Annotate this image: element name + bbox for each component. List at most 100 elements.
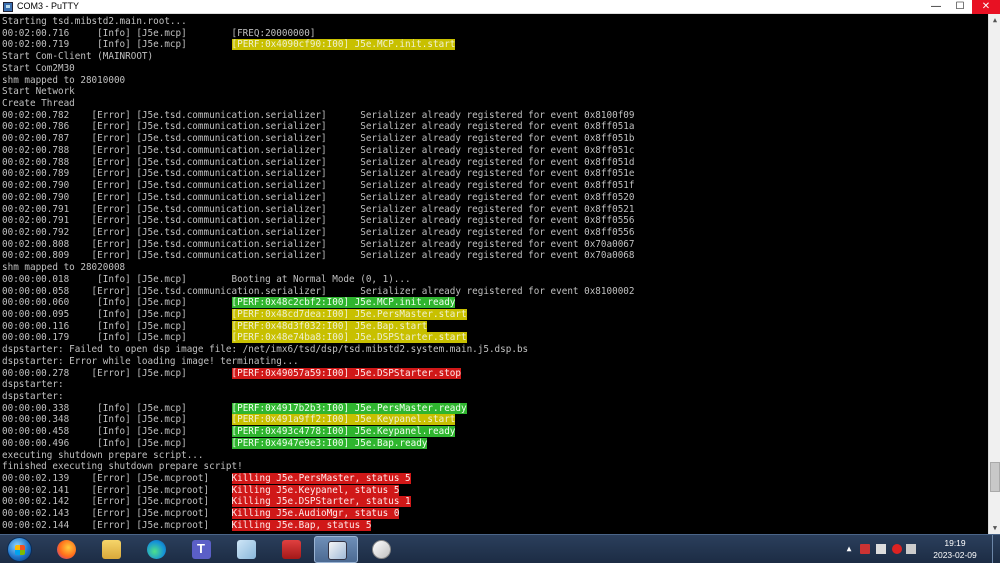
start-button[interactable] [2, 536, 38, 563]
terminal-line: 00:00:00.338 [Info] [J5e.mcp] [PERF:0x49… [2, 402, 634, 415]
vertical-scrollbar[interactable]: ▲ ▼ [988, 14, 1000, 534]
terminal-line-text: 00:00:00.348 [Info] [J5e.mcp] [2, 414, 232, 426]
terminal-line: 00:00:02.141 [Error] [J5e.mcproot] Killi… [2, 484, 634, 497]
terminal-line: Start Com-Client (MAINROOT) [2, 51, 634, 63]
scroll-up-arrow-icon[interactable]: ▲ [989, 14, 1000, 26]
terminal-output[interactable]: Starting tsd.mibstd2.main.root... 00:02:0… [0, 14, 988, 534]
terminal-line-text: 00:00:00.458 [Info] [J5e.mcp] [2, 426, 232, 438]
taskbar-button-firefox[interactable] [44, 536, 88, 563]
terminal-line-text: 00:00:00.058 [Error] [J5e.tsd.communicat… [2, 285, 635, 297]
taskbar-button-toolbox[interactable] [269, 536, 313, 563]
terminal-line: 00:02:00.782 [Error] [J5e.tsd.communicat… [2, 110, 634, 122]
terminal-line-text: 00:00:00.060 [Info] [J5e.mcp] [2, 297, 232, 309]
system-tray: ▲ 19:19 2023-02-09 [838, 535, 1000, 563]
scroll-thumb[interactable] [990, 462, 1000, 492]
terminal-line-text: Start Com2M30 [2, 62, 75, 74]
terminal-line-text: 00:00:00.095 [Info] [J5e.mcp] [2, 308, 232, 320]
teams-icon [192, 540, 211, 559]
terminal-line-text: 00:02:00.791 [Error] [J5e.tsd.communicat… [2, 215, 635, 227]
terminal-line: Create Thread [2, 98, 634, 110]
taskbar-button-teams[interactable] [179, 536, 223, 563]
close-button[interactable]: ✕ [972, 0, 1000, 14]
terminal-line-text: 00:02:00.789 [Error] [J5e.tsd.communicat… [2, 168, 635, 180]
terminal-line: Starting tsd.mibstd2.main.root... [2, 16, 634, 28]
terminal-line: 00:00:02.143 [Error] [J5e.mcproot] Killi… [2, 508, 634, 520]
terminal-line: 00:02:00.791 [Error] [J5e.tsd.communicat… [2, 215, 634, 227]
terminal-line: 00:00:02.139 [Error] [J5e.mcproot] Killi… [2, 473, 634, 485]
network-icon[interactable] [876, 544, 886, 554]
terminal-line-text: 00:02:00.719 [Info] [J5e.mcp] [2, 39, 232, 51]
taskbar-button-photos[interactable] [224, 536, 268, 563]
terminal-line-text: 00:02:00.808 [Error] [J5e.tsd.communicat… [2, 238, 635, 250]
terminal-line-text: executing shutdown prepare script... [2, 449, 204, 461]
terminal-line: 00:00:02.144 [Error] [J5e.mcproot] Killi… [2, 519, 634, 532]
terminal-highlight-green: [PERF:0x4917b2b3:I00] J5e.PersMaster.rea… [231, 402, 467, 414]
terminal-line-text: 00:00:02.142 [Error] [J5e.mcproot] [2, 496, 232, 508]
terminal-line-text: 00:02:00.787 [Error] [J5e.tsd.communicat… [2, 133, 635, 145]
terminal-line: 00:00:00.458 [Info] [J5e.mcp] [PERF:0x49… [2, 426, 634, 438]
terminal-line-text: 00:00:00.018 [Info] [J5e.mcp] Booting at… [2, 273, 411, 285]
terminal-line: finished executing shutdown prepare scri… [2, 461, 634, 473]
terminal-highlight-red: Killing J5e.PersMaster, status 5 [231, 473, 411, 485]
paint-icon [372, 540, 391, 559]
network-error-icon[interactable] [892, 544, 902, 554]
minimize-button[interactable]: — [924, 0, 948, 14]
terminal-highlight-yellow: [PERF:0x491a9ff2:I00] J5e.Keypanel.start [231, 414, 456, 426]
volume-icon[interactable] [906, 544, 916, 554]
terminal-line-text: 00:00:02.143 [Error] [J5e.mcproot] [2, 508, 232, 520]
photos-icon [237, 540, 256, 559]
maximize-button[interactable]: ☐ [948, 0, 972, 14]
terminal-highlight-red: Killing J5e.DSPStarter, status 1 [231, 496, 411, 508]
terminal-line-text: 00:02:00.790 [Error] [J5e.tsd.communicat… [2, 180, 635, 192]
terminal-line-text: 00:02:00.809 [Error] [J5e.tsd.communicat… [2, 250, 635, 262]
taskbar-button-file-explorer[interactable] [89, 536, 133, 563]
terminal-line: 00:00:00.018 [Info] [J5e.mcp] Booting at… [2, 274, 634, 286]
terminal-highlight-red: [PERF:0x49057a59:I00] J5e.DSPStarter.sto… [231, 367, 461, 379]
terminal-line-text: 00:02:00.786 [Error] [J5e.tsd.communicat… [2, 121, 635, 133]
scroll-down-arrow-icon[interactable]: ▼ [989, 522, 1000, 534]
action-center-flag-icon[interactable] [860, 544, 870, 554]
terminal-highlight-green: [PERF:0x4947e9e3:I00] J5e.Bap.ready [231, 437, 428, 449]
terminal-line: Start Network [2, 86, 634, 98]
terminal-line: 00:00:00.058 [Error] [J5e.tsd.communicat… [2, 286, 634, 298]
taskbar-button-paint[interactable] [359, 536, 403, 563]
terminal-line: 00:02:00.791 [Error] [J5e.tsd.communicat… [2, 204, 634, 216]
clock[interactable]: 19:19 2023-02-09 [924, 537, 986, 561]
terminal-line: 00:02:00.809 [Error] [J5e.tsd.communicat… [2, 250, 634, 262]
terminal-highlight-red: Killing J5e.AudioMgr, status 0 [231, 508, 400, 520]
terminal-line: dspstarter: [2, 379, 634, 391]
terminal-line: dspstarter: Failed to open dsp image fil… [2, 344, 634, 356]
terminal-line-text: 00:00:00.116 [Info] [J5e.mcp] [2, 320, 232, 332]
terminal-line: 00:02:00.790 [Error] [J5e.tsd.communicat… [2, 180, 634, 192]
terminal-lines: Starting tsd.mibstd2.main.root... 00:02:0… [2, 16, 634, 532]
terminal-line-text: 00:00:00.179 [Info] [J5e.mcp] [2, 332, 232, 344]
taskbar-button-edge[interactable] [134, 536, 178, 563]
terminal-line-text: 00:00:02.144 [Error] [J5e.mcproot] [2, 519, 232, 531]
taskbar-button-putty[interactable] [314, 536, 358, 563]
terminal-line: executing shutdown prepare script... [2, 450, 634, 462]
terminal-highlight-yellow: [PERF:0x48e74ba8:I00] J5e.DSPStarter.sta… [231, 332, 467, 344]
terminal-highlight-green: [PERF:0x493c4778:I00] J5e.Keypanel.ready [231, 426, 456, 438]
terminal-line-text: finished executing shutdown prepare scri… [2, 461, 243, 473]
terminal-line: 00:02:00.792 [Error] [J5e.tsd.communicat… [2, 227, 634, 239]
terminal-line-text: 00:02:00.790 [Error] [J5e.tsd.communicat… [2, 191, 635, 203]
terminal-line: 00:02:00.788 [Error] [J5e.tsd.communicat… [2, 157, 634, 169]
terminal-line: 00:02:00.789 [Error] [J5e.tsd.communicat… [2, 168, 634, 180]
terminal-line: 00:00:00.060 [Info] [J5e.mcp] [PERF:0x48… [2, 297, 634, 309]
clock-date: 2023-02-09 [933, 550, 977, 560]
terminal-line-text: 00:02:00.788 [Error] [J5e.tsd.communicat… [2, 156, 635, 168]
show-hidden-icons-icon[interactable]: ▲ [844, 544, 854, 554]
terminal-highlight-yellow: [PERF:0x48d3f032:I00] J5e.Bap.start [231, 320, 428, 332]
terminal-line-text: 00:02:00.716 [Info] [J5e.mcp] [FREQ:2000… [2, 27, 316, 39]
terminal-line: 00:00:02.142 [Error] [J5e.mcproot] Killi… [2, 496, 634, 508]
terminal-line-text: Start Com-Client (MAINROOT) [2, 51, 154, 63]
putty-app-icon[interactable] [3, 2, 13, 12]
terminal-line-text: 00:00:00.496 [Info] [J5e.mcp] [2, 437, 232, 449]
title-bar[interactable]: COM3 - PuTTY — ☐ ✕ [0, 0, 1000, 14]
edge-icon [147, 540, 166, 559]
terminal-line-text: dspstarter: [2, 391, 64, 402]
file-explorer-icon [102, 540, 121, 559]
terminal-line: 00:00:00.179 [Info] [J5e.mcp] [PERF:0x48… [2, 332, 634, 344]
show-desktop-button[interactable] [992, 535, 1000, 563]
terminal-line: 00:02:00.787 [Error] [J5e.tsd.communicat… [2, 133, 634, 145]
